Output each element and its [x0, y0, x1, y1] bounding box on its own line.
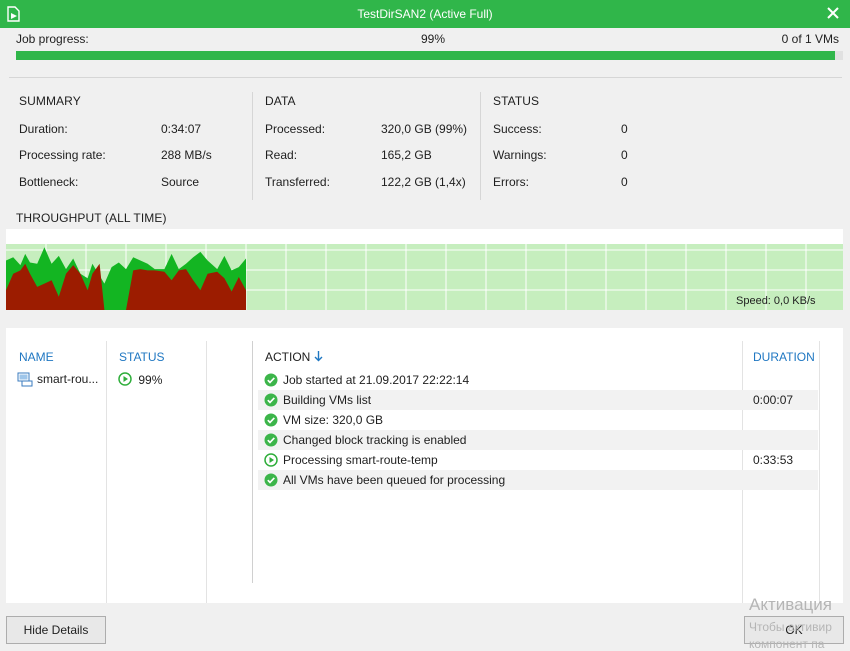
- sort-down-arrow-icon: [314, 351, 323, 362]
- errors-label: Errors:: [493, 175, 529, 189]
- processing-rate-label: Processing rate:: [19, 148, 106, 162]
- transferred-label: Transferred:: [265, 175, 330, 189]
- bottleneck-value: Source: [161, 175, 200, 189]
- success-check-icon: [264, 373, 278, 387]
- job-progress-bar: [16, 51, 843, 60]
- warnings-label: Warnings:: [493, 148, 547, 162]
- success-check-icon: [264, 473, 278, 487]
- vm-status: 99%: [118, 372, 162, 387]
- divider: [480, 92, 481, 200]
- errors-value: 0: [621, 175, 628, 189]
- window-title: TestDirSAN2 (Active Full): [357, 7, 493, 21]
- read-value: 165,2 GB: [381, 148, 432, 162]
- in-progress-play-icon: [264, 453, 278, 467]
- action-row[interactable]: Changed block tracking is enabled: [258, 430, 818, 450]
- action-text: Processing smart-route-temp: [283, 453, 438, 467]
- column-header-action-label: ACTION: [265, 350, 311, 364]
- in-progress-play-icon: [118, 372, 132, 386]
- read-label: Read:: [265, 148, 298, 162]
- status-heading: STATUS: [493, 94, 540, 108]
- throughput-speed: Speed: 0,0 KB/s: [736, 295, 816, 307]
- column-header-name[interactable]: NAME: [19, 350, 54, 364]
- vm-status-value: 99%: [138, 373, 163, 387]
- divider: [9, 77, 842, 78]
- vm-name: smart-rou...: [37, 372, 99, 386]
- duration-label: Duration:: [19, 122, 68, 136]
- job-progress-label: Job progress:: [16, 32, 89, 46]
- summary-heading: SUMMARY: [19, 94, 81, 108]
- divider: [206, 341, 207, 603]
- divider: [106, 341, 107, 603]
- divider: [252, 92, 253, 200]
- vm-icon: [17, 372, 33, 387]
- action-row[interactable]: Building VMs list 0:00:07: [258, 390, 818, 410]
- column-header-duration[interactable]: DURATION: [753, 350, 815, 364]
- throughput-chart: [6, 229, 843, 310]
- data-heading: DATA: [265, 94, 296, 108]
- success-check-icon: [264, 433, 278, 447]
- action-row[interactable]: VM size: 320,0 GB: [258, 410, 818, 430]
- divider: [819, 341, 820, 603]
- action-row[interactable]: All VMs have been queued for processing: [258, 470, 818, 490]
- action-row[interactable]: Processing smart-route-temp 0:33:53: [258, 450, 818, 470]
- processing-rate-value: 288 MB/s: [161, 148, 212, 162]
- activation-watermark-title: Активация: [749, 595, 832, 614]
- transferred-value: 122,2 GB (1,4x): [381, 175, 466, 189]
- hide-details-button[interactable]: Hide Details: [6, 616, 106, 644]
- processed-label: Processed:: [265, 122, 326, 136]
- action-text: All VMs have been queued for processing: [283, 473, 506, 487]
- success-check-icon: [264, 393, 278, 407]
- vm-row[interactable]: smart-rou...: [17, 370, 105, 388]
- action-text: Building VMs list: [283, 393, 372, 407]
- activation-watermark-line: Чтобы активир: [749, 620, 832, 634]
- success-label: Success:: [493, 122, 542, 136]
- job-progress-vms: 0 of 1 VMs: [781, 32, 839, 46]
- action-row[interactable]: Job started at 21.09.2017 22:22:14: [258, 370, 818, 390]
- action-text: Job started at 21.09.2017 22:22:14: [283, 373, 470, 387]
- action-text: VM size: 320,0 GB: [283, 413, 384, 427]
- bottleneck-label: Bottleneck:: [19, 175, 79, 189]
- job-progress-fill: [16, 51, 835, 60]
- success-check-icon: [264, 413, 278, 427]
- processed-value: 320,0 GB (99%): [381, 122, 468, 136]
- duration-value: 0:34:07: [161, 122, 202, 136]
- column-header-status[interactable]: STATUS: [119, 350, 165, 364]
- activation-watermark-line: компонент па: [749, 637, 825, 651]
- action-duration: 0:00:07: [753, 393, 794, 407]
- job-progress-percent: 99%: [421, 32, 446, 46]
- action-duration: 0:33:53: [753, 453, 794, 467]
- close-icon[interactable]: [824, 4, 842, 22]
- title-bar: TestDirSAN2 (Active Full): [0, 0, 850, 28]
- column-header-action[interactable]: ACTION: [265, 350, 323, 364]
- divider: [252, 341, 253, 583]
- warnings-value: 0: [621, 148, 628, 162]
- success-value: 0: [621, 122, 628, 136]
- action-text: Changed block tracking is enabled: [283, 433, 467, 447]
- throughput-heading: THROUGHPUT (ALL TIME): [16, 211, 167, 225]
